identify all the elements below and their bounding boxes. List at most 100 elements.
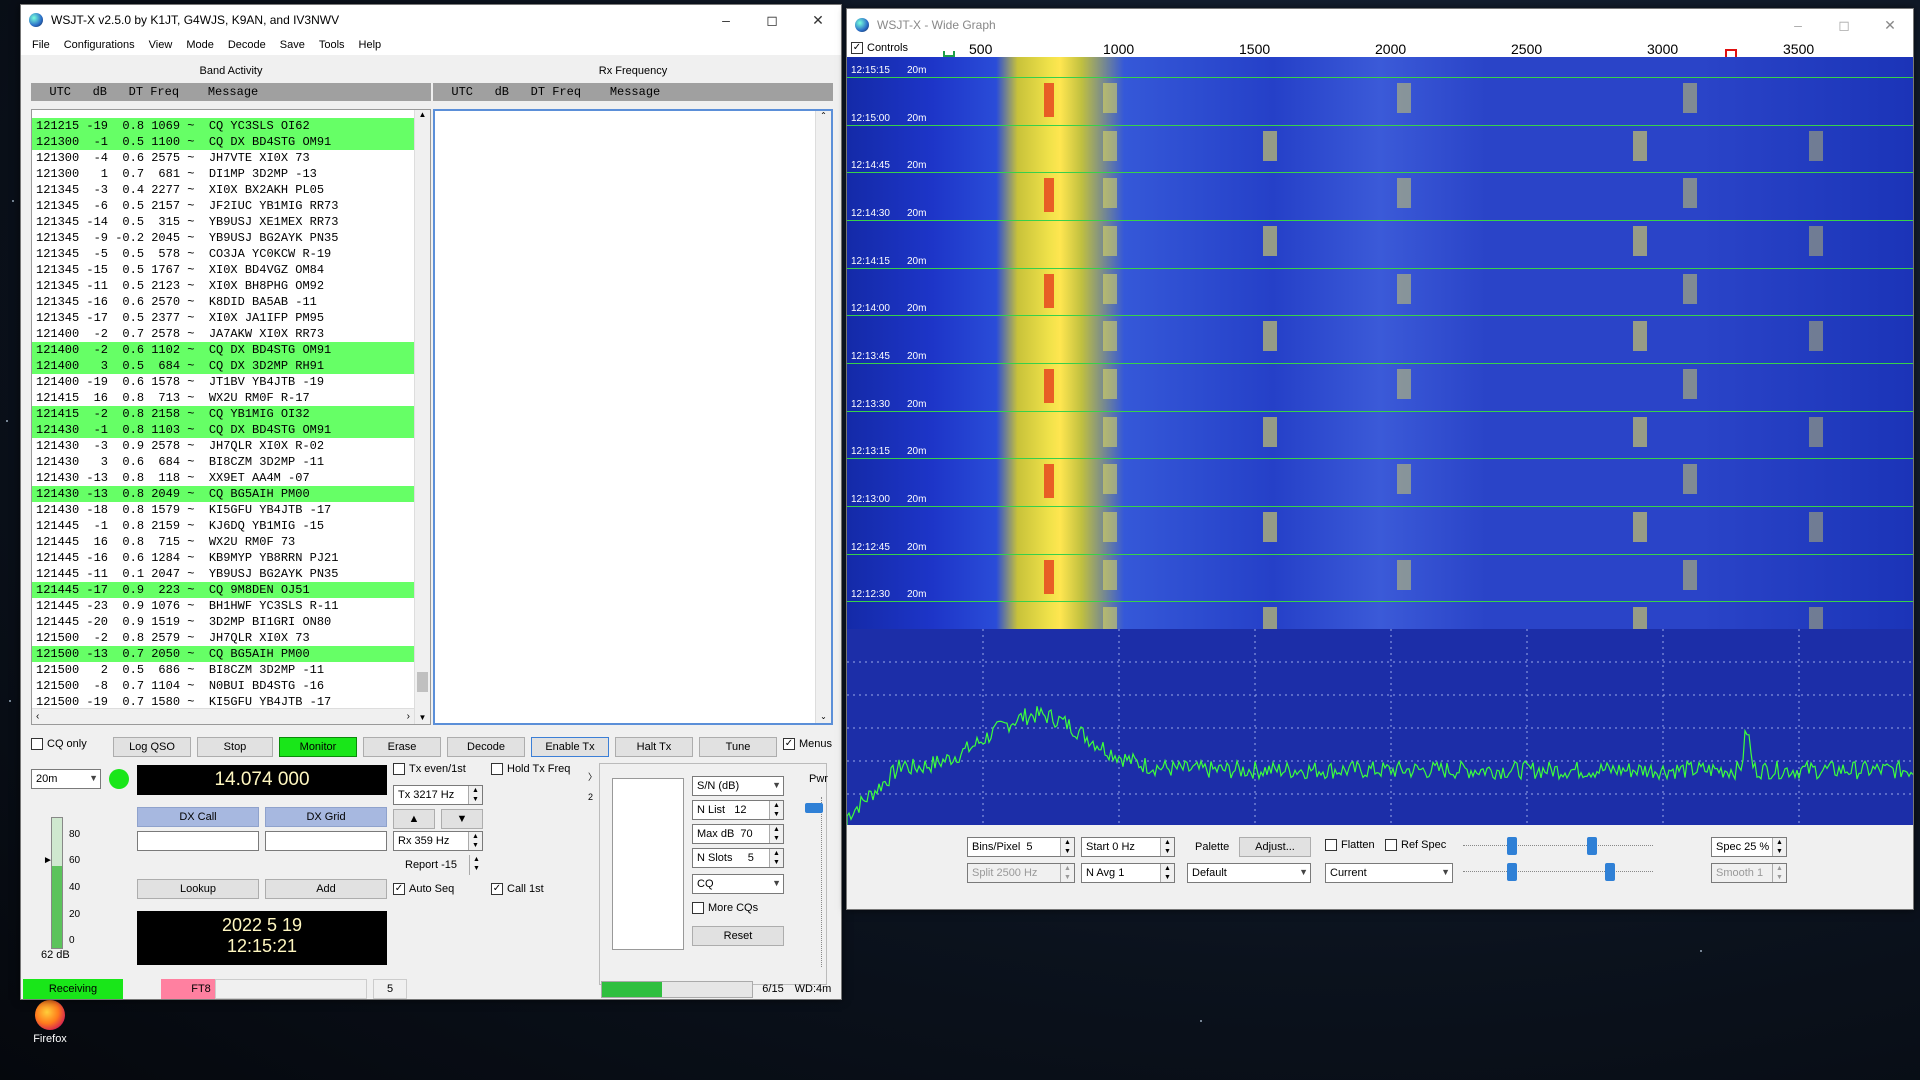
firefox-desktop-shortcut[interactable]: Firefox (28, 1000, 72, 1045)
reset-button[interactable]: Reset (692, 926, 784, 946)
sn-db-combo[interactable]: S/N (dB) ▼ (692, 776, 784, 796)
cq-only-checkbox[interactable]: CQ only (31, 738, 87, 750)
n-avg-spinbox[interactable]: N Avg 1 ▲ ▼ (1081, 863, 1175, 883)
n-list-spinbox[interactable]: N List 12 ▲ ▼ (692, 800, 784, 820)
maximize-icon[interactable]: ◻ (749, 5, 795, 35)
dx-grid-input[interactable] (265, 831, 387, 851)
auto-seq-checkbox[interactable]: ✓ Auto Seq (393, 883, 454, 895)
decode-row[interactable]: 121445 -11 0.1 2047 ~ YB9USJ BG2AYK PN35 (32, 566, 430, 582)
decode-row[interactable]: 121345 -6 0.5 2157 ~ JF2IUC YB1MIG RR73 (32, 198, 430, 214)
more-cqs-checkbox[interactable]: More CQs (692, 902, 758, 914)
band-activity-list[interactable]: 121215 -19 0.8 1069 ~ CQ YC3SLS OI62 1213… (31, 109, 431, 725)
monitor-button[interactable]: Monitor (279, 737, 357, 757)
decode-row[interactable]: 121400 -2 0.6 1102 ~ CQ DX BD4STG OM91 (32, 342, 430, 358)
level-slider-track[interactable] (1463, 871, 1653, 873)
enable-tx-button[interactable]: Enable Tx (531, 737, 609, 757)
cq-list-box[interactable] (612, 778, 684, 950)
dx-grid-button[interactable]: DX Grid (265, 807, 387, 827)
decode-row[interactable]: 121345 -9 -0.2 2045 ~ YB9USJ BG2AYK PN35 (32, 230, 430, 246)
waterfall-display[interactable]: 12:15:15 20m 12:15:00 20m 12:14:45 20m 12:14:3… (847, 57, 1913, 629)
cq-combo[interactable]: CQ ▼ (692, 874, 784, 894)
add-button[interactable]: Add (265, 879, 387, 899)
start-spinbox[interactable]: Start 0 Hz ▲ ▼ (1081, 837, 1175, 857)
menu-decode[interactable]: Decode (221, 39, 273, 51)
decode-row[interactable]: 121400 -2 0.7 2578 ~ JA7AKW XI0X RR73 (32, 326, 430, 342)
band-activity-vscroll[interactable]: ▲ ▼ (414, 110, 430, 724)
decode-row[interactable]: 121400 3 0.5 684 ~ CQ DX 3D2MP RH91 (32, 358, 430, 374)
spec-spinbox[interactable]: Spec 25 % ▲ ▼ (1711, 837, 1787, 857)
menu-configurations[interactable]: Configurations (57, 39, 142, 51)
menus-checkbox[interactable]: ✓ Menus (783, 738, 832, 750)
decode-button[interactable]: Decode (447, 737, 525, 757)
dx-call-button[interactable]: DX Call (137, 807, 259, 827)
band-combo[interactable]: 20m ▼ (31, 769, 101, 789)
tx-even-checkbox[interactable]: Tx even/1st (393, 763, 466, 775)
report-spinbox[interactable]: Report -15 ▲ ▼ (393, 855, 483, 875)
span-slider-handle[interactable] (1605, 863, 1615, 881)
decode-row[interactable]: 121445 16 0.8 715 ~ WX2U RM0F 73 (32, 534, 430, 550)
max-db-spinbox[interactable]: Max dB 70 ▲ ▼ (692, 824, 784, 844)
decode-row[interactable]: 121430 -18 0.8 1579 ~ KI5GFU YB4JTB -17 (32, 502, 430, 518)
menu-help[interactable]: Help (352, 39, 389, 51)
menu-view[interactable]: View (142, 39, 180, 51)
rx-frequency-list[interactable]: ⌃ ⌄ (433, 109, 833, 725)
decode-row[interactable]: 121300 -1 0.5 1100 ~ CQ DX BD4STG OM91 (32, 134, 430, 150)
menu-mode[interactable]: Mode (179, 39, 221, 51)
menu-save[interactable]: Save (273, 39, 312, 51)
decode-row[interactable]: 121415 -2 0.8 2158 ~ CQ YB1MIG OI32 (32, 406, 430, 422)
decode-row[interactable]: 121345 -15 0.5 1767 ~ XI0X BD4VGZ OM84 (32, 262, 430, 278)
decode-row[interactable]: 121445 -23 0.9 1076 ~ BH1HWF YC3SLS R-11 (32, 598, 430, 614)
decode-row[interactable]: 121500 -8 0.7 1104 ~ N0BUI BD4STG -16 (32, 678, 430, 694)
tx-up-button[interactable]: ▲ (393, 809, 435, 829)
decode-row[interactable]: 121445 -17 0.9 223 ~ CQ 9M8DEN OJ51 (32, 582, 430, 598)
gain-slider-track[interactable] (1463, 845, 1653, 847)
gain-slider-handle[interactable] (1507, 837, 1517, 855)
ref-spec-checkbox[interactable]: Ref Spec (1385, 839, 1446, 851)
tune-button[interactable]: Tune (699, 737, 777, 757)
palette-combo[interactable]: Default ▼ (1187, 863, 1311, 883)
decode-row[interactable]: 121445 -20 0.9 1519 ~ 3D2MP BI1GRI ON80 (32, 614, 430, 630)
stop-button[interactable]: Stop (197, 737, 273, 757)
dx-call-input[interactable] (137, 831, 259, 851)
lookup-button[interactable]: Lookup (137, 879, 259, 899)
decode-row[interactable]: 121400 -19 0.6 1578 ~ JT1BV YB4JTB -19 (32, 374, 430, 390)
level-slider-handle[interactable] (1507, 863, 1517, 881)
decode-row[interactable]: 121345 -16 0.6 2570 ~ K8DID BA5AB -11 (32, 294, 430, 310)
decode-row[interactable]: 121430 -13 0.8 118 ~ XX9ET AA4M -07 (32, 470, 430, 486)
bins-pixel-spinbox[interactable]: Bins/Pixel 5 ▲ ▼ (967, 837, 1075, 857)
tab-marker-1[interactable]: 〉 (588, 770, 597, 783)
hold-tx-freq-checkbox[interactable]: Hold Tx Freq (491, 763, 570, 775)
halt-tx-button[interactable]: Halt Tx (615, 737, 693, 757)
pwr-slider-handle[interactable] (805, 803, 823, 813)
menu-file[interactable]: File (25, 39, 57, 51)
log-qso-button[interactable]: Log QSO (113, 737, 191, 757)
decode-row[interactable]: 121430 3 0.6 684 ~ BI8CZM 3D2MP -11 (32, 454, 430, 470)
flatten-checkbox[interactable]: Flatten (1325, 839, 1375, 851)
decode-row[interactable]: 121345 -14 0.5 315 ~ YB9USJ XE1MEX RR73 (32, 214, 430, 230)
decode-row[interactable]: 121345 -17 0.5 2377 ~ XI0X JA1IFP PM95 (32, 310, 430, 326)
tx-down-button[interactable]: ▼ (441, 809, 483, 829)
decode-row[interactable]: 121445 -1 0.8 2159 ~ KJ6DQ YB1MIG -15 (32, 518, 430, 534)
minimize-icon[interactable]: – (703, 5, 749, 35)
maximize-icon[interactable]: ◻ (1821, 10, 1867, 40)
tab-marker-2[interactable]: 2 (588, 792, 593, 802)
spectrum-display[interactable] (847, 629, 1913, 825)
decode-row[interactable]: 121500 2 0.5 686 ~ BI8CZM 3D2MP -11 (32, 662, 430, 678)
decode-row[interactable]: 121430 -1 0.8 1103 ~ CQ DX BD4STG OM91 (32, 422, 430, 438)
decode-row[interactable]: 121500 -2 0.8 2579 ~ JH7QLR XI0X 73 (32, 630, 430, 646)
decode-row[interactable]: 121345 -3 0.4 2277 ~ XI0X BX2AKH PL05 (32, 182, 430, 198)
decode-row[interactable]: 121445 -16 0.6 1284 ~ KB9MYP YB8RRN PJ21 (32, 550, 430, 566)
pwr-slider[interactable] (821, 797, 827, 967)
menu-tools[interactable]: Tools (312, 39, 352, 51)
rx-frequency-vscroll[interactable]: ⌃ ⌄ (815, 111, 831, 723)
decode-row[interactable]: 121500 -13 0.7 2050 ~ CQ BG5AIH PM00 (32, 646, 430, 662)
decode-row[interactable]: 121345 -11 0.5 2123 ~ XI0X BH8PHG OM92 (32, 278, 430, 294)
decode-row[interactable]: 121215 -19 0.8 1069 ~ CQ YC3SLS OI62 (32, 118, 430, 134)
controls-checkbox[interactable]: ✓ Controls (851, 42, 908, 54)
call-1st-checkbox[interactable]: ✓ Call 1st (491, 883, 544, 895)
decode-row[interactable]: 121430 -13 0.8 2049 ~ CQ BG5AIH PM00 (32, 486, 430, 502)
decode-row[interactable]: 121300 1 0.7 681 ~ DI1MP 3D2MP -13 (32, 166, 430, 182)
adjust-button[interactable]: Adjust... (1239, 837, 1311, 857)
minimize-icon[interactable]: – (1775, 10, 1821, 40)
decode-row[interactable]: 121345 -5 0.5 578 ~ CO3JA YC0KCW R-19 (32, 246, 430, 262)
